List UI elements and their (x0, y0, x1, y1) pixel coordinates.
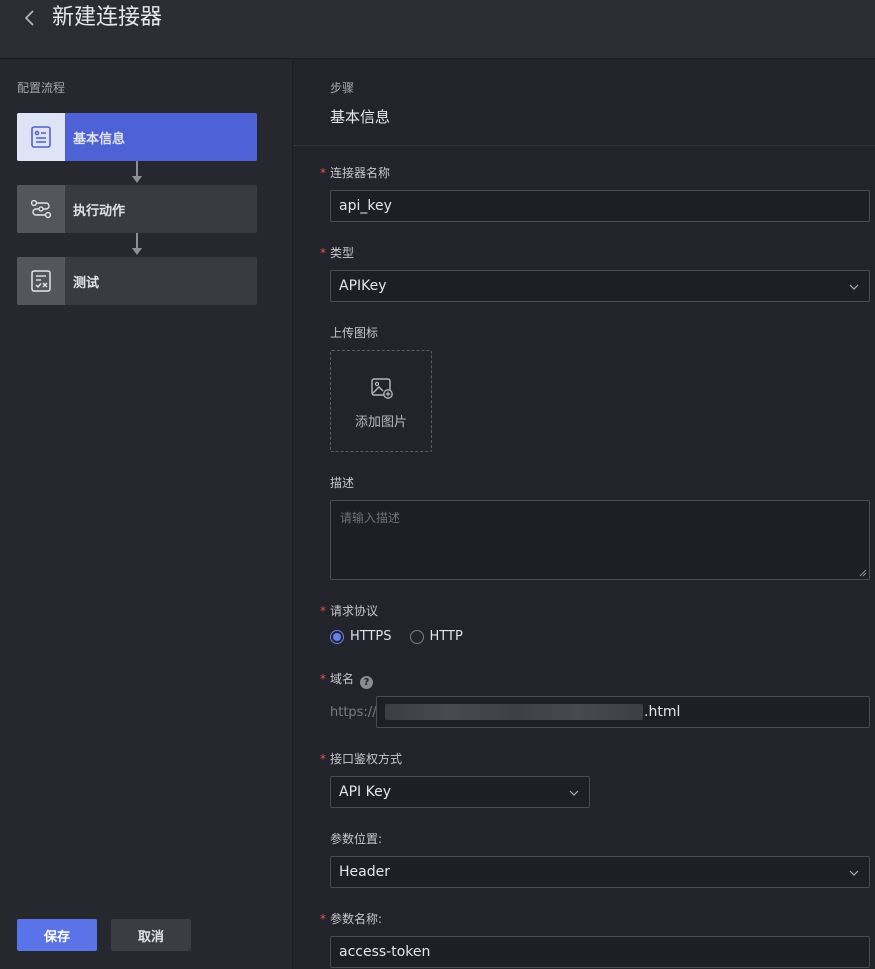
step-label: 测试 (73, 275, 100, 291)
param-name-input[interactable]: access-token (330, 936, 870, 968)
add-image-button[interactable]: 添加图片 (330, 350, 432, 452)
upload-icon-label: 上传图标 (330, 326, 379, 340)
param-location-label: 参数位置: (330, 832, 383, 846)
protocol-label: * 请求协议 (320, 604, 379, 618)
param-name-label: * 参数名称: (320, 912, 383, 926)
chevron-down-icon (849, 284, 859, 290)
chevron-down-icon (569, 790, 579, 796)
resize-handle-icon[interactable] (859, 569, 867, 577)
domain-input[interactable]: .html (376, 696, 870, 728)
auth-method-select[interactable]: API Key (330, 776, 590, 808)
required-mark: * (320, 752, 326, 766)
type-label: * 类型 (320, 246, 355, 260)
image-add-icon (371, 378, 393, 399)
document-list-icon (17, 113, 65, 161)
step-label: 基本信息 (73, 131, 126, 147)
param-location-value: Header (339, 864, 390, 880)
required-mark: * (320, 166, 326, 180)
type-select-value: APIKey (339, 278, 387, 294)
domain-suffix: .html (644, 704, 681, 720)
type-select[interactable]: APIKey (330, 270, 870, 302)
add-image-text: 添加图片 (354, 415, 407, 430)
param-location-select[interactable]: Header (330, 856, 870, 888)
step-label: 执行动作 (73, 203, 126, 219)
chevron-down-icon (849, 870, 859, 876)
connector-name-label: * 连接器名称 (320, 166, 391, 180)
divider (294, 145, 875, 146)
step-connector (132, 233, 142, 255)
radio-https[interactable]: HTTPS (330, 629, 392, 644)
description-placeholder: 请输入描述 (340, 511, 401, 525)
sidebar: 配置流程 基本信息 执行动作 测试 保存 取消 (0, 60, 293, 969)
required-mark: * (320, 672, 326, 686)
sidebar-title: 配置流程 (17, 81, 66, 95)
auth-method-label: * 接口鉴权方式 (320, 752, 403, 766)
required-mark: * (320, 604, 326, 618)
save-button[interactable]: 保存 (17, 919, 97, 951)
page-title: 新建连接器 (52, 5, 163, 30)
top-bar: 新建连接器 (0, 0, 875, 59)
radio-http[interactable]: HTTP (409, 629, 463, 644)
main-panel: 步骤 基本信息 * 连接器名称 api_key * 类型 APIKey 上传图标 添… (294, 60, 875, 969)
protocol-radio-group: HTTPS HTTP (330, 629, 481, 644)
domain-label: * 域名? (320, 670, 374, 689)
required-mark: * (320, 246, 326, 260)
step-caption: 步骤 (330, 81, 355, 95)
connector-name-input[interactable]: api_key (330, 190, 870, 222)
help-icon[interactable]: ? (360, 676, 374, 689)
auth-method-value: API Key (339, 784, 391, 800)
step-current-title: 基本信息 (330, 108, 391, 126)
checklist-icon (17, 257, 65, 305)
step-connector (132, 161, 142, 183)
back-icon[interactable] (18, 6, 42, 30)
required-mark: * (320, 912, 326, 926)
description-textarea[interactable]: 请输入描述 (330, 500, 870, 580)
description-label: 描述 (330, 476, 355, 490)
cancel-button[interactable]: 取消 (111, 919, 191, 951)
domain-prefix: https:// (330, 705, 377, 720)
radio-dot (330, 629, 344, 644)
step-test[interactable]: 测试 (17, 257, 257, 305)
step-basic-info[interactable]: 基本信息 (17, 113, 257, 161)
workflow-icon (17, 185, 65, 233)
redacted-text (385, 704, 643, 720)
step-actions[interactable]: 执行动作 (17, 185, 257, 233)
radio-dot (409, 629, 424, 644)
